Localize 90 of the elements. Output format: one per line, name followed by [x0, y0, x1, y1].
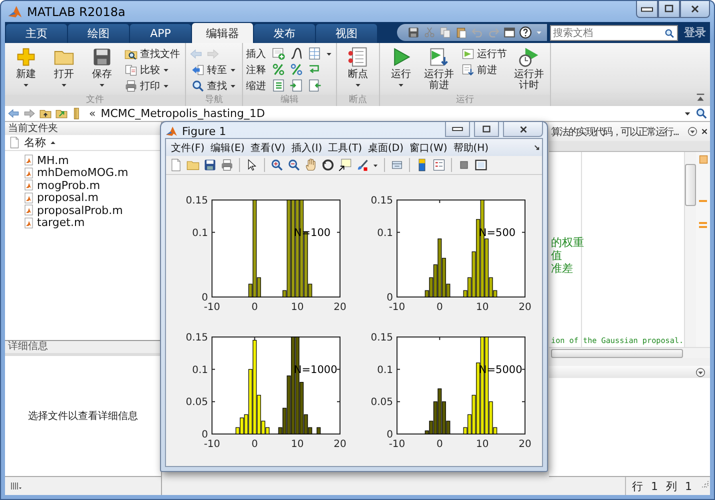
tick-label: 20 — [518, 302, 532, 313]
panel-title: 详细信息 — [5, 341, 161, 356]
tick-label: 0.1 — [377, 228, 393, 239]
column-header[interactable]: 名称 — [24, 135, 57, 150]
ribbon-group-label: 编辑 — [243, 95, 336, 106]
ribbon-tab[interactable]: 主页 — [6, 24, 67, 43]
sign-in-button[interactable]: 登录 — [680, 25, 710, 43]
tick-label: 20 — [334, 302, 346, 313]
ribbon-button[interactable]: 运行并前进 — [421, 46, 457, 95]
ribbon-button[interactable]: 保存 — [84, 46, 120, 95]
tick-label: 0.1 — [192, 228, 208, 239]
ribbon-tab[interactable]: APP — [130, 24, 191, 43]
tick-label: 10 — [290, 439, 304, 450]
tick-label: 10 — [290, 302, 304, 313]
status-label: 行 — [632, 478, 643, 494]
tick-label: 20 — [518, 439, 532, 450]
ribbon-button[interactable]: 打开 — [46, 46, 82, 95]
menu-item[interactable]: 编辑(E) — [208, 140, 248, 154]
file-item[interactable]: proposal.m — [23, 192, 161, 204]
tick-label: 0.05 — [370, 397, 393, 408]
ribbon-tab[interactable]: 编辑器 — [192, 23, 253, 43]
tick-label: 0.15 — [370, 332, 393, 344]
tick-label: -10 — [204, 439, 220, 450]
editor-title: 算法的实现代码，可以正常运行... — [551, 126, 680, 138]
menu-item[interactable]: 文件(F) — [168, 140, 208, 154]
menu-item[interactable]: 查看(V) — [248, 140, 288, 154]
ribbon-group-label: 导航 — [186, 95, 242, 106]
tick-label: 0 — [386, 430, 393, 440]
tick-label: -10 — [388, 302, 406, 313]
ribbon-button[interactable]: 比较 — [122, 62, 182, 77]
ribbon-button[interactable]: 打印 — [122, 78, 182, 93]
tick-label: 0.1 — [192, 364, 208, 376]
tick-label: 20 — [334, 439, 346, 450]
file-item[interactable]: proposalProb.m — [23, 204, 161, 216]
tick-label: 0.15 — [186, 196, 208, 206]
code-line: 值 — [551, 249, 563, 262]
ribbon-button[interactable]: 断点 — [340, 46, 376, 95]
menu-item[interactable]: 桌面(D) — [365, 140, 407, 154]
code-line: 的权重 — [551, 236, 585, 249]
tick-label: 0 — [436, 439, 443, 450]
panel-title: 当前文件夹 — [5, 122, 161, 135]
file-item[interactable]: mogProb.m — [23, 179, 161, 192]
tick-label: 10 — [476, 302, 489, 313]
ribbon-group-label: 运行 — [380, 95, 550, 106]
ribbon-tab[interactable]: 绘图 — [68, 24, 129, 43]
ribbon-button[interactable]: 插入 — [246, 46, 268, 61]
folder-path[interactable]: MCMC_Metropolis_hasting_1D — [100, 107, 265, 120]
ribbon-button[interactable]: 新建 — [8, 46, 44, 95]
ribbon-group-label: 文件 — [5, 95, 185, 106]
ribbon-group-label: 断点 — [337, 95, 379, 106]
code-line: 准差 — [551, 262, 574, 275]
tick-label: 10 — [476, 439, 489, 450]
file-item[interactable]: MH.m — [23, 154, 161, 166]
tick-label: 0 — [202, 292, 208, 304]
ribbon-button[interactable]: 查找文件 — [122, 46, 182, 61]
menu-item[interactable]: 窗口(W) — [406, 140, 450, 154]
menu-item[interactable]: 工具(T) — [325, 140, 366, 154]
status-value: 1 — [651, 480, 658, 492]
ribbon-button[interactable]: 运行节 — [459, 46, 509, 61]
ribbon-button[interactable]: 查找 — [189, 78, 239, 93]
tick-label: -10 — [204, 302, 220, 313]
file-item[interactable]: target.m — [23, 216, 161, 229]
tick-label: 0.15 — [370, 196, 393, 206]
menu-item[interactable]: 帮助(H) — [450, 140, 492, 154]
tick-label: 0 — [251, 439, 258, 450]
ribbon-button[interactable]: 缩进 — [246, 78, 268, 93]
ribbon-button[interactable]: 注释 — [246, 62, 268, 77]
ribbon-button[interactable]: 运行 — [383, 46, 419, 95]
ribbon-tab[interactable]: 发布 — [254, 24, 315, 43]
ribbon-button[interactable]: 转至 — [189, 62, 239, 77]
tick-label: -10 — [388, 439, 406, 450]
tick-label: 0 — [386, 292, 393, 304]
menu-item[interactable]: 插入(I) — [288, 140, 326, 154]
details-message: 选择文件以查看详细信息 — [28, 410, 138, 423]
window-title: MATLAB R2018a — [27, 5, 126, 19]
window-title: Figure 1 — [182, 125, 226, 138]
tick-label: 0.1 — [377, 364, 393, 376]
tick-label: 0.15 — [186, 332, 208, 344]
status-label: 列 — [666, 478, 677, 494]
ribbon-button[interactable]: 运行并计时 — [511, 46, 547, 95]
tick-label: 0.05 — [186, 397, 208, 408]
tick-label: 0 — [436, 302, 443, 313]
search-field[interactable]: 搜索文档 — [550, 25, 678, 41]
file-item[interactable]: mhDemoMOG.m — [23, 166, 161, 179]
breadcrumb-separator: « — [89, 107, 96, 120]
status-value: 1 — [685, 480, 692, 492]
tick-label: 0 — [202, 430, 208, 440]
ribbon-button[interactable]: 前进 — [459, 62, 509, 77]
tick-label: 0 — [251, 302, 258, 313]
ribbon-tab[interactable]: 视图 — [316, 24, 377, 43]
